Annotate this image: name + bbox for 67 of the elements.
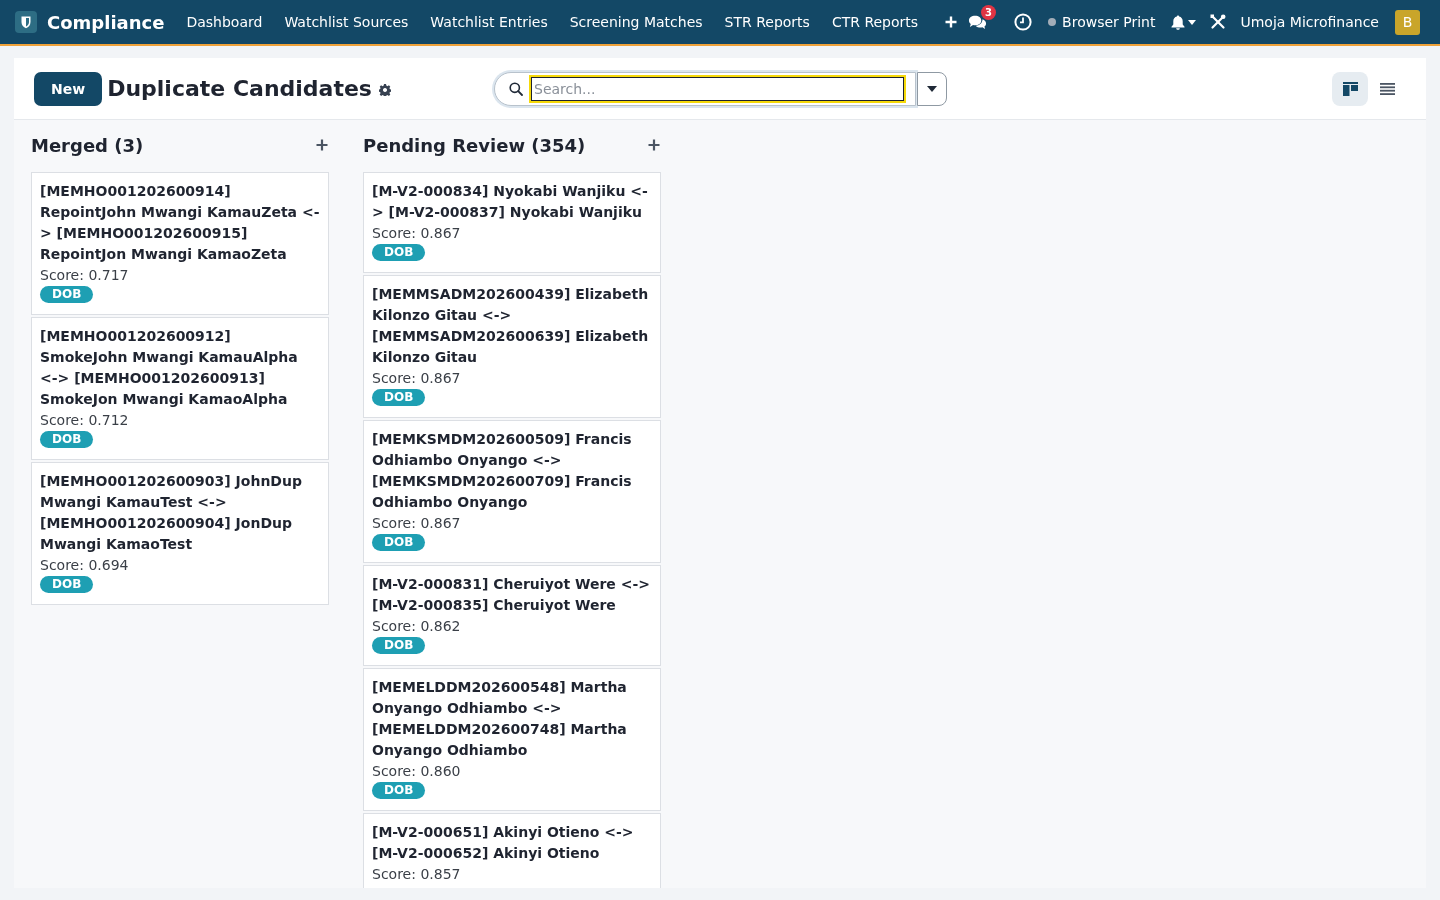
menu-link[interactable]: Screening Matches [558,14,714,30]
search-icon [509,81,523,96]
match-tag: DOB [40,431,94,448]
list-icon [1379,81,1395,96]
bell-icon [1171,14,1186,30]
new-button[interactable]: New [34,71,103,106]
message-count-badge: 3 [981,5,997,20]
app-name-link[interactable]: Compliance [47,11,165,33]
card-title: [MEMKSMDM202600509] Francis Odhiambo Onyango <-> [MEMKSMDM202600709] Francis Odhiambo Onyango [372,430,633,512]
card-score: Score: 0.867 [372,514,462,533]
settings-icon[interactable] [378,84,391,96]
match-tag: DOB [372,389,426,406]
menu-link[interactable]: Dashboard [175,14,274,30]
card-score: Score: 0.717 [40,266,130,285]
card-title: [MEMHO001202600914] RepointJohn Mwangi KamauZeta <-> [MEMHO001202600915] RepointJon Mwangi KamaoZeta [40,182,320,264]
plus-icon[interactable] [316,139,328,151]
candidate-card[interactable]: [MEMELDDM202600548] Martha Onyango Odhiambo <-> [MEMELDDM202600748] Martha Onyango Odhiambo Score: 0.860 DOB [363,668,661,811]
menu-link[interactable]: Watchlist Sources [273,14,420,30]
card-title: [MEMHO001202600912] SmokeJohn Mwangi KamauAlpha <-> [MEMHO001202600913] SmokeJon Mwangi KamaoAlpha [40,327,299,409]
candidate-card[interactable]: [M-V2-000651] Akinyi Otieno <-> [M-V2-000652] Akinyi Otieno Score: 0.857 [363,813,661,888]
candidate-card[interactable]: [MEMHO001202600903] JohnDup Mwangi KamauTest <-> [MEMHO001202600904] JonDup Mwangi KamaoTest Score: 0.694 DOB [31,462,329,605]
match-tag: DOB [372,534,426,551]
card-title: [M-V2-000651] Akinyi Otieno <-> [M-V2-000652] Akinyi Otieno [372,823,635,863]
menu-link[interactable]: Watchlist Entries [419,14,559,30]
candidate-card[interactable]: [MEMHO001202600912] SmokeJohn Mwangi KamauAlpha <-> [MEMHO001202600913] SmokeJon Mwangi KamaoAlpha Score: 0.712 DOB [31,317,329,460]
card-title: [M-V2-000831] Cheruiyot Were <-> [M-V2-000835] Cheruiyot Were [372,575,651,615]
search-input[interactable]: Search... [529,74,906,103]
menu-link[interactable]: CTR Reports [820,14,930,30]
match-tag: DOB [372,782,426,799]
card-title: [MEMELDDM202600548] Martha Onyango Odhiambo <-> [MEMELDDM202600748] Martha Onyango Odhiambo [372,678,628,760]
card-score: Score: 0.862 [372,617,462,636]
card-score: Score: 0.712 [40,411,130,430]
candidate-card[interactable]: [MEMHO001202600914] RepointJohn Mwangi KamauZeta <-> [MEMHO001202600915] RepointJon Mwangi KamaoZeta Score: 0.717 DOB [31,172,329,315]
candidate-card[interactable]: [MEMMSADM202600439] Elizabeth Kilonzo Gitau <-> [MEMMSADM202600639] Elizabeth Kilonzo Gitau Score: 0.867 DOB [363,275,661,418]
status-dot-icon [1048,18,1057,26]
card-score: Score: 0.857 [372,865,462,884]
card-score: Score: 0.860 [372,762,462,781]
card-score: Score: 0.867 [372,369,462,388]
company-switcher[interactable]: Umoja Microfinance [1240,14,1379,30]
card-title: [MEMHO001202600903] JohnDup Mwangi KamauTest <-> [MEMHO001202600904] JonDup Mwangi KamaoTest [40,472,303,554]
caret-icon [1188,19,1197,25]
clock-icon[interactable] [1014,13,1033,31]
plus-icon[interactable] [648,139,660,151]
shield-icon[interactable] [15,11,37,33]
chat-icon[interactable] [968,14,988,30]
card-score: Score: 0.694 [40,556,130,575]
printer-status-link[interactable]: Browser Print [1048,14,1156,30]
match-tag: DOB [40,576,94,593]
caret-icon [927,85,937,92]
match-tag: DOB [40,286,94,303]
candidate-card[interactable]: [M-V2-000834] Nyokabi Wanjiku <-> [M-V2-000837] Nyokabi Wanjiku Score: 0.867 DOB [363,172,661,273]
column-title: Merged (3) [31,134,144,156]
candidate-card[interactable]: [MEMKSMDM202600509] Francis Odhiambo Onyango <-> [MEMKSMDM202600709] Francis Odhiambo Onyango Score: 0.867 DOB [363,420,661,563]
tools-icon[interactable] [1210,14,1227,30]
kanban-view-button[interactable] [1332,71,1368,106]
candidate-card[interactable]: [M-V2-000831] Cheruiyot Were <-> [M-V2-000835] Cheruiyot Were Score: 0.862 DOB [363,565,661,666]
match-tag: DOB [372,637,426,654]
column-title: Pending Review (354) [363,134,586,156]
notifications-button[interactable] [1171,14,1197,30]
menu-link[interactable]: STR Reports [713,14,821,30]
card-score: Score: 0.867 [372,224,462,243]
search-options-button[interactable] [917,71,947,106]
match-tag: DOB [372,244,426,261]
kanban-icon [1342,81,1358,96]
card-title: [MEMMSADM202600439] Elizabeth Kilonzo Gitau <-> [MEMMSADM202600639] Elizabeth Kilonzo Gitau [372,285,650,367]
card-title: [M-V2-000834] Nyokabi Wanjiku <-> [M-V2-000837] Nyokabi Wanjiku [372,182,649,222]
page-title: Duplicate Candidates [107,76,372,101]
